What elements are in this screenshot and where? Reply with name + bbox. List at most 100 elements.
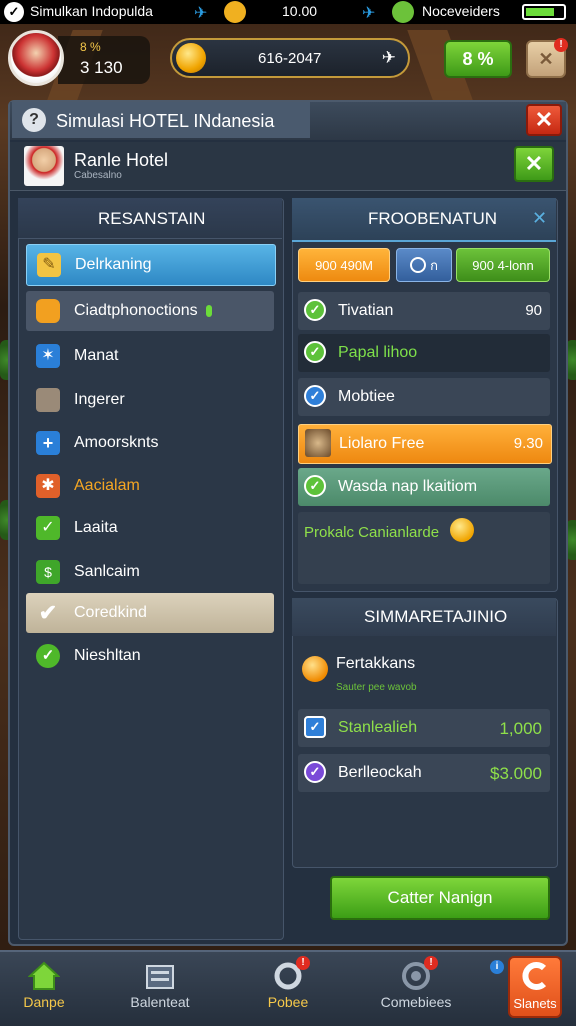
gold-coin-icon: [176, 43, 206, 73]
hotel-manager-avatar: [24, 146, 64, 186]
summary-line1-sub: Sauter pee wavob: [336, 682, 417, 693]
tab-label: ก: [430, 257, 438, 273]
nav-item-home[interactable]: Danpe: [0, 954, 94, 1020]
production-item-wasda[interactable]: ✓ Wasda nap lkaitiom: [298, 468, 550, 506]
hud-green-button[interactable]: 8 %: [444, 40, 512, 78]
level-value: 3 130: [80, 58, 123, 77]
c-logo-icon: [522, 962, 547, 990]
clock-time: 10.00: [282, 3, 318, 19]
checkbox-icon: ✓: [304, 716, 326, 738]
menu-item-ingerer[interactable]: Ingerer: [26, 380, 274, 420]
close-icon[interactable]: ✕: [532, 208, 547, 229]
status-bar: ✓ Simulkan Indopulda ✈ 10.00 ✈ Noceveide…: [0, 0, 576, 24]
player-avatar[interactable]: [8, 30, 64, 86]
menu-item-sanlcaim[interactable]: $ Sanlcaim: [26, 552, 274, 592]
production-item-label: Liolaro Free: [339, 435, 425, 452]
menu-item-label: Manat: [74, 347, 119, 364]
menu-item-label: Ingerer: [74, 391, 125, 408]
gold-coin-icon: [450, 518, 474, 542]
resource-list-title: RESANSTAIN: [98, 209, 206, 228]
nav-item-slanets[interactable]: Slanets: [508, 956, 562, 1018]
menu-item-amoorsknts[interactable]: + Amoorsknts: [26, 423, 274, 463]
tab-stock[interactable]: 900 4-lonn: [456, 248, 550, 282]
summary-row-value: 1,000: [499, 719, 542, 738]
menu-item-manat[interactable]: ✶ Manat: [26, 336, 274, 376]
menu-item-nieshltan[interactable]: ✓ Nieshltan: [26, 636, 274, 676]
menu-item-aacialam[interactable]: ✱ Aacialam: [26, 466, 274, 506]
close-icon: ✕: [534, 107, 554, 132]
production-item-liolaro[interactable]: Liolaro Free 9.30: [298, 424, 552, 464]
tab-label: 900 490M: [315, 257, 373, 273]
production-item-tivatian[interactable]: ✓ Tivatian 90: [298, 292, 550, 330]
battery-icon: [522, 4, 566, 20]
tab-production[interactable]: 900 490M: [298, 248, 390, 282]
menu-item-delrkaning[interactable]: ✎ Delrkaning: [26, 244, 276, 286]
menu-item-label: Nieshltan: [74, 647, 141, 664]
star-burst-icon: ✶: [36, 344, 60, 368]
home-icon: [28, 961, 60, 990]
nav-label: Danpe: [23, 994, 65, 1010]
nav-item-comebiees[interactable]: ! Comebiees: [366, 954, 466, 1020]
close-icon: ✕: [524, 151, 544, 176]
production-note-box: Prokalc Canianlarde: [298, 512, 550, 584]
production-title: FROOBENATUN: [368, 209, 498, 228]
coin-icon: [224, 1, 246, 23]
menu-item-ciadtphonoctions[interactable]: Ciadtphonoctions: [26, 291, 274, 331]
summary-row-label: Stanlealieh: [338, 719, 418, 736]
check-icon: ✓: [304, 299, 326, 321]
coin-icon: [36, 299, 60, 323]
nav-item-building[interactable]: Balenteat: [110, 954, 210, 1020]
hotel-close-button[interactable]: ✕: [514, 146, 554, 182]
tab-label: 900 4-lonn: [472, 257, 534, 273]
crate-icon: [305, 429, 331, 457]
notification-badge: !: [554, 38, 568, 52]
app-logo-icon: ✓: [4, 2, 24, 22]
production-item-label: Wasda nap lkaitiom: [338, 478, 478, 495]
money-icon: $: [36, 560, 60, 584]
nav-label: Comebiees: [380, 994, 452, 1010]
menu-item-label: Amoorsknts: [74, 434, 159, 451]
menu-item-label: Delrkaning: [75, 256, 152, 273]
coin-bar[interactable]: 616-2047 ✈: [170, 38, 410, 78]
production-item-value: 9.30: [513, 435, 543, 452]
production-item-mobtiee[interactable]: ✓ Mobtiee: [298, 378, 550, 416]
nav-item-pobee[interactable]: ! Pobee: [238, 954, 338, 1020]
notification-badge: !: [296, 956, 310, 970]
confirm-button-label: Catter Nanign: [387, 888, 493, 907]
info-icon: [410, 257, 427, 273]
confirm-button[interactable]: Catter Nanign: [330, 876, 550, 920]
summary-row-stanlealieh[interactable]: ✓ Stanlealieh 1,000: [298, 709, 550, 747]
menu-item-coredkind[interactable]: ✔ Coredkind: [26, 593, 274, 633]
level-percent: 8 %: [80, 40, 101, 54]
nav-label: Balenteat: [130, 994, 190, 1010]
summary-row-value: $3.000: [490, 764, 542, 783]
status-dot: [206, 305, 212, 317]
building-icon: [146, 965, 174, 989]
menu-item-label: Sanlcaim: [74, 563, 140, 580]
notification-badge: !: [424, 956, 438, 970]
coin-amount: 616-2047: [258, 50, 322, 67]
checkmark-icon: ✔: [38, 600, 58, 625]
hud-green-button-label: 8 %: [462, 48, 494, 69]
panel-close-button[interactable]: ✕: [526, 104, 562, 136]
production-item-label: Mobtiee: [338, 388, 395, 405]
level-box: 8 % 3 130: [58, 36, 150, 84]
summary-row-berlleockah[interactable]: ✓ Berlleockah $3.000: [298, 754, 550, 792]
production-item-papal[interactable]: ✓ Papal lihoo: [298, 334, 550, 372]
menu-item-label: Laaita: [74, 519, 118, 536]
check-icon: ✓: [304, 385, 326, 407]
production-item-label: Tivatian: [338, 302, 394, 319]
check-icon: ✓: [304, 475, 326, 497]
help-icon[interactable]: ?: [22, 108, 46, 132]
hud-close-button[interactable]: ✕ !: [526, 38, 568, 78]
check-badge-icon: ✓: [304, 761, 326, 783]
tab-info[interactable]: ก: [396, 248, 452, 282]
coin-stack-icon: [302, 656, 328, 682]
menu-item-label: Aacialam: [74, 477, 140, 494]
production-item-value: 90: [525, 302, 542, 319]
menu-item-laaita[interactable]: ✓ Laaita: [26, 508, 274, 548]
summary-title: SIMMARETAJINIO: [364, 607, 508, 626]
leaf-icon: [392, 1, 414, 23]
check-square-icon: ✓: [36, 516, 60, 540]
panel-title: Simulasi HOTEL INdanesia: [56, 111, 275, 131]
